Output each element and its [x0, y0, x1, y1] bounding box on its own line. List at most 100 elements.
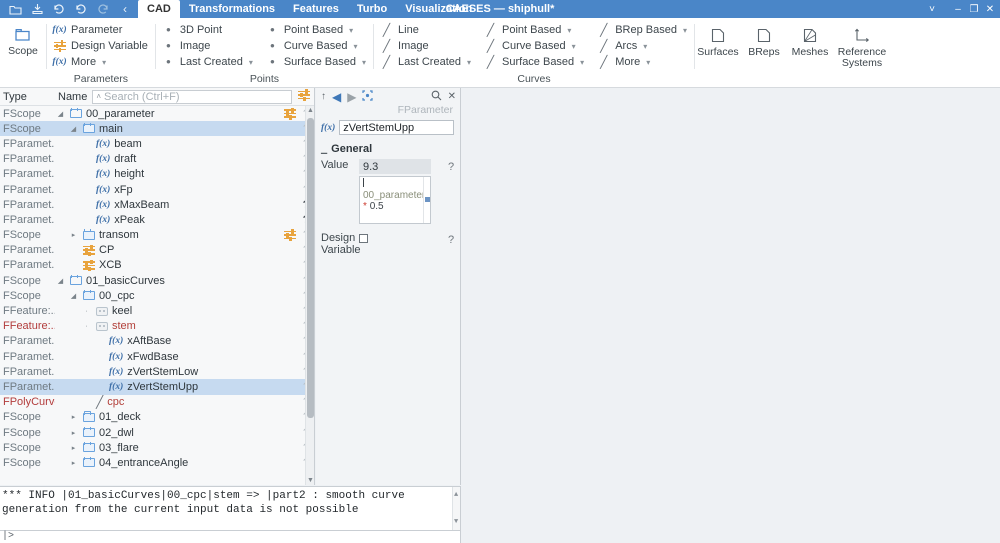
value-expression-editor[interactable]: 00_parameter|main|draft * 0.5 [359, 176, 431, 224]
tree-row[interactable]: FParamet...f(x)xFwdBase? [0, 349, 314, 364]
back-icon[interactable]: ◀ [332, 90, 341, 104]
tree-row[interactable]: FParamet...f(x)draft? [0, 152, 314, 167]
expand-collapse-icon[interactable]: ▸ [68, 429, 79, 437]
console-scrollbar[interactable]: ▲ ▼ [452, 487, 460, 530]
ribbon-item-line[interactable]: ╱ Line [380, 22, 474, 38]
chevron-down-icon[interactable]: ▾ [567, 26, 571, 35]
expand-collapse-icon[interactable]: ◢ [68, 292, 79, 300]
ribbon-item-point-based-curve[interactable]: ╱ Point Based ▾ [484, 22, 587, 38]
expand-collapse-icon[interactable]: ◢ [55, 277, 66, 285]
ribbon-item-arcs[interactable]: ╱ Arcs ▾ [597, 38, 690, 54]
expand-collapse-icon[interactable]: ◢ [68, 125, 79, 133]
ribbon-item-surface-based-point[interactable]: • Surface Based ▾ [266, 54, 369, 70]
scroll-down-icon[interactable]: ▼ [307, 477, 314, 484]
tree-row[interactable]: FScope▸04_entranceAngle? [0, 455, 314, 470]
tree-row[interactable]: FParamet...f(x)height? [0, 167, 314, 182]
command-input[interactable]: |> [0, 531, 461, 543]
ribbon-item-surface-based-curve[interactable]: ╱ Surface Based ▾ [484, 54, 587, 70]
tab-features[interactable]: Features [284, 0, 348, 18]
tree-settings-icon[interactable] [294, 89, 314, 104]
chevron-down-icon[interactable]: ▾ [349, 26, 353, 35]
ribbon-item-brep-based-curve[interactable]: ╱ BRep Based ▾ [597, 22, 690, 38]
tree-row[interactable]: FScope◢01_basicCurves? [0, 273, 314, 288]
ribbon-item-more-curves[interactable]: ╱ More ▾ [597, 54, 690, 70]
3d-viewport[interactable] [462, 88, 1000, 543]
tree-rows[interactable]: FScope◢00_parameter?FScope◢main?FParamet… [0, 106, 314, 485]
sliders-icon[interactable] [282, 229, 298, 242]
chevron-down-icon[interactable]: ˅ [924, 0, 940, 18]
redo-icon[interactable] [92, 0, 114, 18]
tree-row[interactable]: FFeature:...·stem? [0, 319, 314, 334]
tree-row[interactable]: FParamet...f(x)xMaxBeam? [0, 197, 314, 212]
ribbon-item-point-based-point[interactable]: • Point Based ▾ [266, 22, 369, 38]
ribbon-item-curve-image[interactable]: ╱ Image [380, 38, 474, 54]
meshes-button[interactable]: Meshes [787, 21, 833, 58]
tree-row[interactable]: FScope▸03_flare? [0, 440, 314, 455]
ribbon-item-curve-based-curve[interactable]: ╱ Curve Based ▾ [484, 38, 587, 54]
undo-icon[interactable] [70, 0, 92, 18]
tree-row[interactable]: FPolyCurve╱cpc? [0, 395, 314, 410]
reference-systems-button[interactable]: Reference Systems [833, 21, 891, 69]
ribbon-item-point-image[interactable]: • Image [162, 38, 256, 54]
tree-row[interactable]: FParamet...f(x)zVertStemUpp? [0, 379, 314, 395]
tree-row[interactable]: FScope◢00_parameter? [0, 106, 314, 121]
expand-collapse-icon[interactable]: ▸ [68, 444, 79, 452]
close-icon[interactable]: ✕ [448, 91, 456, 102]
tree-row[interactable]: FParamet...f(x)xFp? [0, 182, 314, 197]
tree-row[interactable]: FScope▸transom? [0, 228, 314, 243]
chevron-down-icon[interactable]: ▾ [646, 58, 650, 67]
tree-row[interactable]: FFeature:...·keel? [0, 303, 314, 318]
ribbon-item-design-variable[interactable]: Design Variable [53, 38, 151, 54]
chevron-down-icon[interactable]: ▾ [683, 26, 687, 35]
tree-row[interactable]: FParamet...f(x)xPeak? [0, 212, 314, 227]
tree-row[interactable]: FParamet...CP? [0, 243, 314, 258]
undo-history-icon[interactable] [48, 0, 70, 18]
tree-vertical-scrollbar[interactable]: ▲ ▼ [305, 106, 314, 485]
pin-icon[interactable]: ↑ [321, 91, 326, 102]
close-button[interactable]: ✕ [982, 0, 998, 18]
tree-row[interactable]: FParamet...XCB? [0, 258, 314, 273]
object-name-input[interactable]: zVertStemUpp [339, 120, 454, 135]
ribbon-item-3d-point[interactable]: • 3D Point [162, 22, 256, 38]
scroll-up-icon[interactable]: ▲ [454, 488, 458, 502]
chevron-down-icon[interactable]: ▾ [353, 42, 357, 51]
expand-collapse-icon[interactable]: ▸ [68, 231, 79, 239]
console-output[interactable]: *** INFO |01_basicCurves|00_cpc|stem => … [0, 486, 461, 531]
expand-collapse-icon[interactable]: ◢ [55, 110, 66, 118]
design-variable-checkbox[interactable] [359, 234, 368, 243]
tree-row[interactable]: FScope◢00_cpc? [0, 288, 314, 303]
tree-row[interactable]: FParamet...f(x)zVertStemLow? [0, 364, 314, 379]
expand-collapse-icon[interactable]: · [81, 308, 92, 315]
chevron-down-icon[interactable]: ▾ [643, 42, 647, 51]
tree-row[interactable]: FScope◢main? [0, 121, 314, 137]
ribbon-item-curve-last-created[interactable]: ╱ Last Created ▾ [380, 54, 474, 70]
sliders-icon[interactable] [282, 107, 298, 120]
expand-collapse-icon[interactable]: ▸ [68, 459, 79, 467]
chevron-down-icon[interactable]: ▾ [572, 42, 576, 51]
search-input[interactable]: ˄ Search (Ctrl+F) [92, 89, 292, 104]
tree-row[interactable]: FScope▸02_dwl? [0, 425, 314, 440]
editor-scrollbar[interactable] [423, 177, 430, 223]
tab-transformations[interactable]: Transformations [180, 0, 284, 18]
scroll-thumb[interactable] [425, 197, 430, 202]
value-help-icon[interactable]: ? [442, 159, 460, 224]
tree-row[interactable]: FParamet...f(x)beam? [0, 136, 314, 151]
scroll-thumb[interactable] [307, 118, 314, 418]
expand-collapse-icon[interactable]: · [81, 323, 92, 330]
tab-cad[interactable]: CAD [138, 0, 180, 18]
general-section-header[interactable]: ▁ General [316, 137, 460, 155]
ribbon-item-more-parameters[interactable]: f(x) More ▾ [52, 54, 151, 70]
chevron-down-icon[interactable]: ▾ [580, 58, 584, 67]
tab-visualization[interactable]: Visualization [396, 0, 481, 18]
search-icon[interactable] [431, 90, 442, 104]
expand-collapse-icon[interactable]: ▸ [68, 413, 79, 421]
section-collapse-icon[interactable]: ▁ [321, 145, 327, 154]
ribbon-item-parameter[interactable]: f(x) Parameter [52, 22, 151, 38]
surfaces-button[interactable]: Surfaces [695, 21, 741, 58]
scroll-up-icon[interactable]: ▲ [307, 107, 314, 114]
minimize-button[interactable]: – [950, 0, 966, 18]
tab-turbo[interactable]: Turbo [348, 0, 396, 18]
ribbon-item-point-last-created[interactable]: • Last Created ▾ [162, 54, 256, 70]
breps-button[interactable]: BReps [741, 21, 787, 58]
chevron-down-icon[interactable]: ▾ [467, 58, 471, 67]
